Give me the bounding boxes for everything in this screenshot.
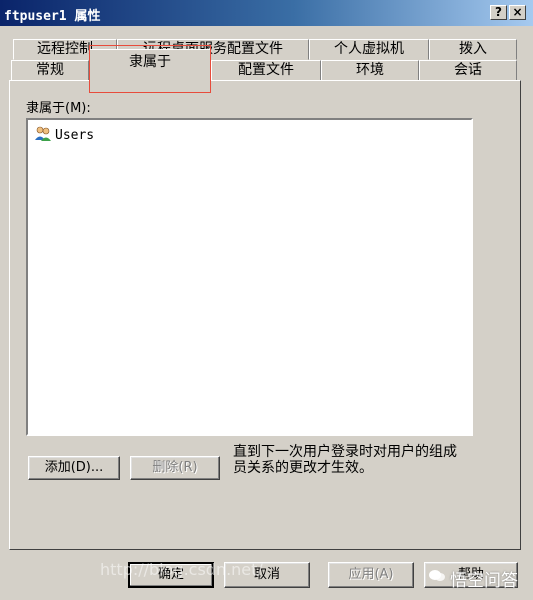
add-button[interactable]: 添加(D)... (28, 456, 120, 480)
tab-dial-in[interactable]: 拨入 (429, 39, 517, 60)
tab-general[interactable]: 常规 (11, 60, 89, 81)
tab-personal-vm[interactable]: 个人虚拟机 (309, 39, 429, 60)
tab-sessions[interactable]: 会话 (419, 60, 517, 81)
member-of-label: 隶属于(M): (26, 101, 91, 116)
group-name: Users (55, 128, 95, 143)
group-icon (35, 126, 52, 145)
brand-name: 悟空问答 (450, 571, 518, 591)
watermark-text: http://blog.csdn.net/ (100, 560, 263, 579)
tab-profile[interactable]: 配置文件 (211, 60, 321, 81)
help-icon[interactable]: ? (490, 5, 507, 20)
window-title: ftpuser1 属性 (4, 9, 101, 24)
list-item[interactable]: Users (35, 126, 94, 145)
brand-badge: 悟空问答 (428, 566, 518, 591)
apply-button[interactable]: 应用(A) (328, 562, 414, 588)
chat-icon (428, 568, 446, 589)
tab-member-of[interactable]: 隶属于 (89, 49, 211, 81)
tab-environment[interactable]: 环境 (321, 60, 419, 81)
member-of-list[interactable]: Users (26, 118, 473, 436)
info-note: 直到下一次用户登录时对用户的组成员关系的更改才生效。 (233, 444, 457, 476)
close-icon[interactable]: × (509, 5, 526, 20)
title-bar: ftpuser1 属性 ? × (0, 0, 533, 26)
remove-button[interactable]: 删除(R) (130, 456, 220, 480)
